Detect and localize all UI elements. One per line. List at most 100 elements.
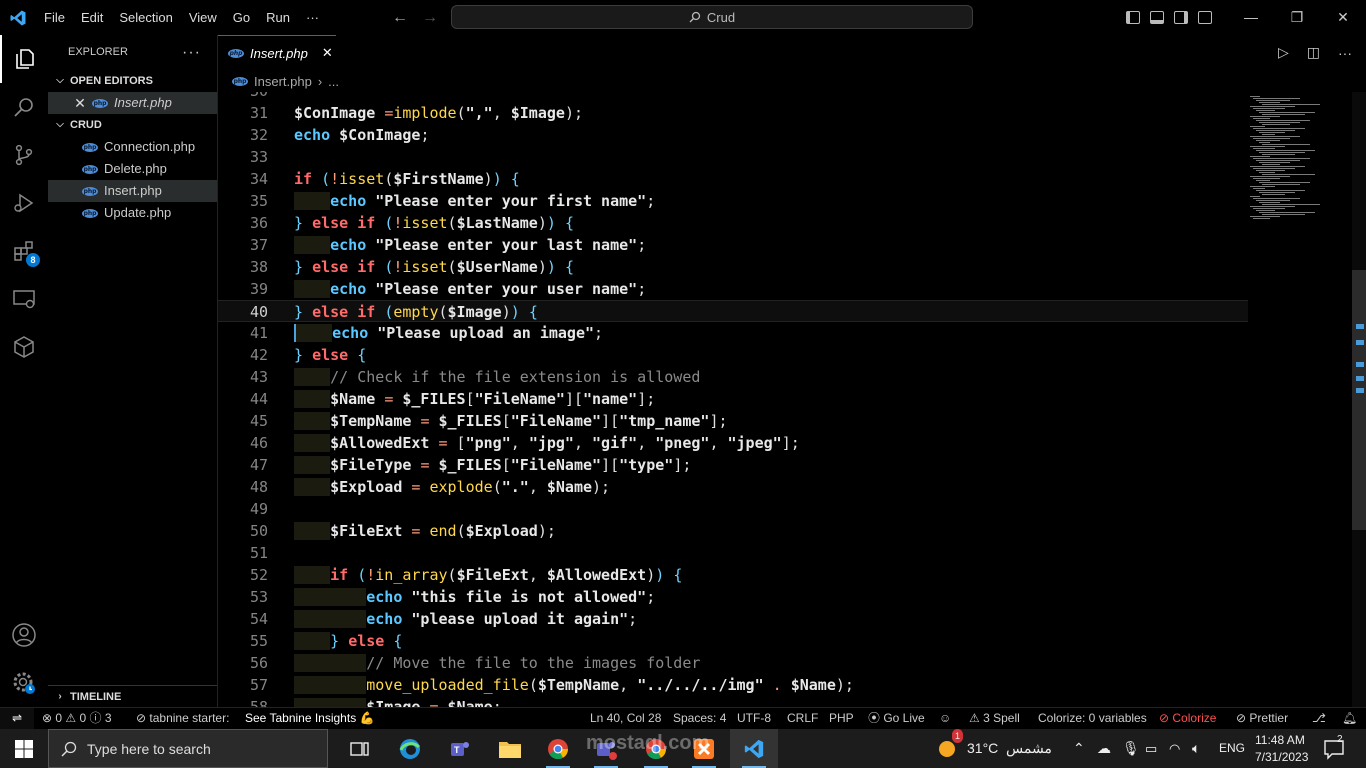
command-center-search[interactable]: Crud (451, 5, 973, 29)
encoding[interactable]: UTF-8 (737, 708, 771, 729)
explorer-more-button[interactable]: ··· (182, 35, 201, 70)
chrome-icon[interactable] (534, 729, 582, 768)
code-line[interactable]: 31 $ConImage =implode(",", $Image); (218, 102, 1248, 124)
problems-indicator[interactable]: ⊗ 0 ⚠ 0 ⓘ 3 (42, 708, 112, 729)
file-item[interactable]: php Update.php (48, 202, 217, 224)
code-line[interactable]: 37 echo "Please enter your last name"; (218, 234, 1248, 256)
account-icon[interactable] (0, 611, 48, 659)
minimize-button[interactable]: — (1228, 0, 1274, 35)
tabnine-status[interactable]: ⊘ tabnine starter: (136, 708, 229, 729)
search-icon[interactable] (0, 83, 48, 131)
toggle-panel-icon[interactable] (1150, 11, 1164, 24)
code-line[interactable]: 52 if (!in_array($FileExt, $AllowedExt))… (218, 564, 1248, 586)
menu-item[interactable]: ··· (298, 0, 327, 35)
menu-item[interactable]: View (181, 0, 225, 35)
code-line[interactable]: 34 if (!isset($FirstName)) { (218, 168, 1248, 190)
notifications-bell-icon[interactable]: 🔔︎ (1342, 708, 1357, 729)
minimap[interactable] (1248, 92, 1352, 707)
split-editor-icon[interactable]: ◫ (1307, 44, 1320, 61)
code-line[interactable]: 55 } else { (218, 630, 1248, 652)
close-icon[interactable]: ✕ (74, 92, 86, 114)
spell-indicator[interactable]: ⚠ 3 Spell (969, 708, 1020, 729)
code-line[interactable]: 41 echo "Please upload an image"; (218, 322, 1248, 344)
customize-layout-icon[interactable] (1198, 11, 1212, 24)
extensions-icon[interactable]: 8 (0, 227, 48, 275)
code-line[interactable]: 53 echo "this file is not allowed"; (218, 586, 1248, 608)
volume-icon[interactable]: 🔈︎ (1192, 729, 1200, 768)
code-line[interactable]: 38} else if (!isset($UserName)) { (218, 256, 1248, 278)
accounts-status-icon[interactable]: ⎇ (1312, 708, 1326, 729)
source-control-icon[interactable] (0, 131, 48, 179)
input-language[interactable]: ENG (1219, 729, 1245, 768)
code-line[interactable]: 48 $Expload = explode(".", $Name); (218, 476, 1248, 498)
code-line[interactable]: 56 // Move the file to the images folder (218, 652, 1248, 674)
weather-text[interactable]: مشمس (1006, 729, 1052, 768)
scrollbar-thumb[interactable] (1352, 270, 1366, 530)
teams-icon[interactable]: T (436, 729, 484, 768)
wifi-icon[interactable]: ◠ (1169, 729, 1180, 768)
go-live-button[interactable]: ⦿ Go Live (868, 708, 925, 729)
code-line[interactable]: 42} else { (218, 344, 1248, 366)
clock-date[interactable]: 7/31/2023 (1255, 749, 1308, 765)
remote-indicator[interactable]: ⇌ (0, 708, 34, 730)
tab-insert-php[interactable]: php Insert.php ✕ (218, 35, 336, 70)
tabnine-icon[interactable] (0, 323, 48, 371)
indentation[interactable]: Spaces: 4 (673, 708, 726, 729)
windows-start-icon[interactable] (0, 729, 48, 768)
code-line[interactable]: 58 $Image = $Name; (218, 696, 1248, 707)
breadcrumb-more[interactable]: ... (328, 74, 339, 89)
code-line[interactable]: 32 echo $ConImage; (218, 124, 1248, 146)
menu-item[interactable]: Selection (111, 0, 180, 35)
file-item[interactable]: php Connection.php (48, 136, 217, 158)
chevron-up-icon[interactable]: ⌃ (1073, 729, 1085, 768)
toggle-sidebar-icon[interactable] (1126, 11, 1140, 24)
clock-time[interactable]: 11:48 AM (1255, 732, 1305, 748)
onedrive-icon[interactable]: ☁ (1097, 729, 1111, 768)
open-editor-item[interactable]: ✕ php Insert.php (48, 92, 217, 114)
manage-gear-icon[interactable] (0, 659, 48, 707)
run-file-icon[interactable]: ▷ (1278, 44, 1289, 61)
code-line[interactable]: 39 echo "Please enter your user name"; (218, 278, 1248, 300)
code-line[interactable]: 46 $AllowedExt = ["png", "jpg", "gif", "… (218, 432, 1248, 454)
taskbar-search[interactable]: Type here to search (48, 729, 328, 768)
code-line[interactable]: 50 $FileExt = end($Expload); (218, 520, 1248, 542)
editor-scrollbar[interactable] (1352, 92, 1366, 707)
close-window-button[interactable]: ✕ (1320, 0, 1366, 35)
code-line[interactable]: 54 echo "please upload it again"; (218, 608, 1248, 630)
restore-button[interactable]: ❐ (1274, 0, 1320, 35)
code-line[interactable]: 45 $TempName = $_FILES["FileName"]["tmp_… (218, 410, 1248, 432)
code-line[interactable]: 35 echo "Please enter your first name"; (218, 190, 1248, 212)
toggle-secondary-sidebar-icon[interactable] (1174, 11, 1188, 24)
code-editor[interactable]: 30 31 $ConImage =implode(",", $Image); 32 ec… (218, 92, 1248, 707)
microphone-icon[interactable]: 🎙︎ (1122, 729, 1140, 768)
battery-icon[interactable]: ▭ (1145, 729, 1157, 768)
task-view-icon[interactable] (336, 729, 384, 768)
more-actions-icon[interactable]: ··· (1338, 45, 1352, 61)
run-debug-icon[interactable] (0, 179, 48, 227)
prettier-button[interactable]: ⊘ Prettier (1236, 708, 1288, 729)
menu-item[interactable]: File (36, 0, 73, 35)
colorize-variables[interactable]: Colorize: 0 variables (1038, 708, 1147, 729)
cursor-position[interactable]: Ln 40, Col 28 (590, 708, 661, 729)
line-ending[interactable]: CRLF (787, 708, 818, 729)
tabnine-insights[interactable]: See Tabnine Insights 💪 (245, 708, 374, 729)
vscode-taskbar-icon[interactable] (730, 729, 778, 768)
breadcrumb-file[interactable]: Insert.php (254, 74, 312, 89)
explorer-icon[interactable] (0, 35, 48, 83)
code-line[interactable]: 47 $FileType = $_FILES["FileName"]["type… (218, 454, 1248, 476)
open-editors-header[interactable]: ⌵ OPEN EDITORS (48, 70, 217, 92)
menu-item[interactable]: Go (225, 0, 258, 35)
code-line[interactable]: 36} else if (!isset($LastName)) { (218, 212, 1248, 234)
back-arrow-icon[interactable]: ← (392, 9, 408, 27)
file-item[interactable]: php Delete.php (48, 158, 217, 180)
code-line[interactable]: 49 (218, 498, 1248, 520)
code-line[interactable]: 43 // Check if the file extension is all… (218, 366, 1248, 388)
menu-item[interactable]: Edit (73, 0, 111, 35)
file-explorer-icon[interactable] (486, 729, 534, 768)
colorize-button[interactable]: ⊘ Colorize (1159, 708, 1216, 729)
copilot-icon[interactable]: ☺ (939, 708, 951, 729)
remote-explorer-icon[interactable] (0, 275, 48, 323)
weather-temp[interactable]: 31°C (967, 729, 998, 768)
edge-icon[interactable] (386, 729, 434, 768)
code-line[interactable]: 44 $Name = $_FILES["FileName"]["name"]; (218, 388, 1248, 410)
